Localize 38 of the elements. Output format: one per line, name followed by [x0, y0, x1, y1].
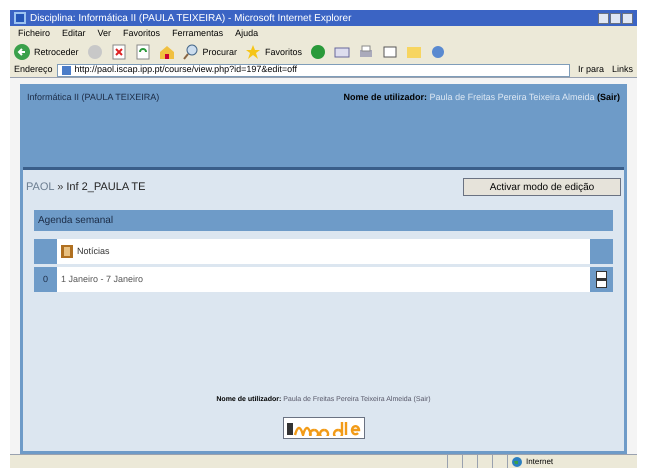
- course-title: Informática II (PAULA TEIXEIRA): [27, 91, 160, 104]
- week-number: 0: [34, 267, 57, 292]
- home-icon[interactable]: [158, 44, 175, 60]
- logout-link[interactable]: (Sair): [596, 92, 620, 102]
- stop-icon[interactable]: [110, 44, 127, 60]
- favorites-button[interactable]: Favoritos: [245, 44, 302, 60]
- breadcrumb-current: Inf 2_PAULA TE: [66, 181, 146, 194]
- menu-item[interactable]: Ver: [98, 27, 112, 41]
- menu-item[interactable]: Ferramentas: [172, 27, 224, 41]
- star-icon: [245, 44, 262, 60]
- zone-label: Internet: [526, 456, 554, 468]
- show-only-week-icon[interactable]: [596, 271, 607, 288]
- forum-icon: [61, 245, 73, 258]
- login-label: Nome de utilizador:: [344, 92, 428, 102]
- edit-icon[interactable]: [382, 44, 398, 60]
- search-button[interactable]: Procurar: [182, 44, 238, 60]
- breadcrumb-separator: »: [57, 181, 64, 194]
- search-icon: [182, 44, 199, 60]
- address-label: Endereço: [14, 63, 53, 76]
- links-button[interactable]: Links: [612, 63, 633, 77]
- globe-icon: [512, 456, 522, 467]
- browser-icon: [14, 12, 26, 24]
- moodle-logo[interactable]: [282, 417, 364, 440]
- address-field[interactable]: http://paol.iscap.ipp.pt/course/view.php?id=197&edit=off: [56, 64, 570, 77]
- menu-item[interactable]: Favoritos: [123, 27, 160, 41]
- window-title: Disciplina: Informática II (PAULA TEIXEIRA) - Microsoft Internet Explorer: [30, 12, 352, 26]
- go-button[interactable]: Ir para: [574, 63, 608, 77]
- menu-item[interactable]: Editar: [62, 27, 86, 41]
- week-title: 1 Janeiro - 7 Janeiro: [61, 273, 144, 286]
- menu-item[interactable]: Ficheiro: [18, 27, 50, 41]
- page-icon: [62, 66, 71, 75]
- agenda-header: Agenda semanal: [34, 210, 613, 232]
- back-button[interactable]: Retroceder: [14, 44, 79, 60]
- edit-mode-button[interactable]: Activar modo de edição: [463, 178, 621, 196]
- window-controls-icon[interactable]: [598, 12, 633, 24]
- refresh-icon[interactable]: [134, 44, 151, 60]
- menu-item[interactable]: Ajuda: [235, 27, 258, 41]
- activity-link[interactable]: Notícias: [77, 245, 110, 259]
